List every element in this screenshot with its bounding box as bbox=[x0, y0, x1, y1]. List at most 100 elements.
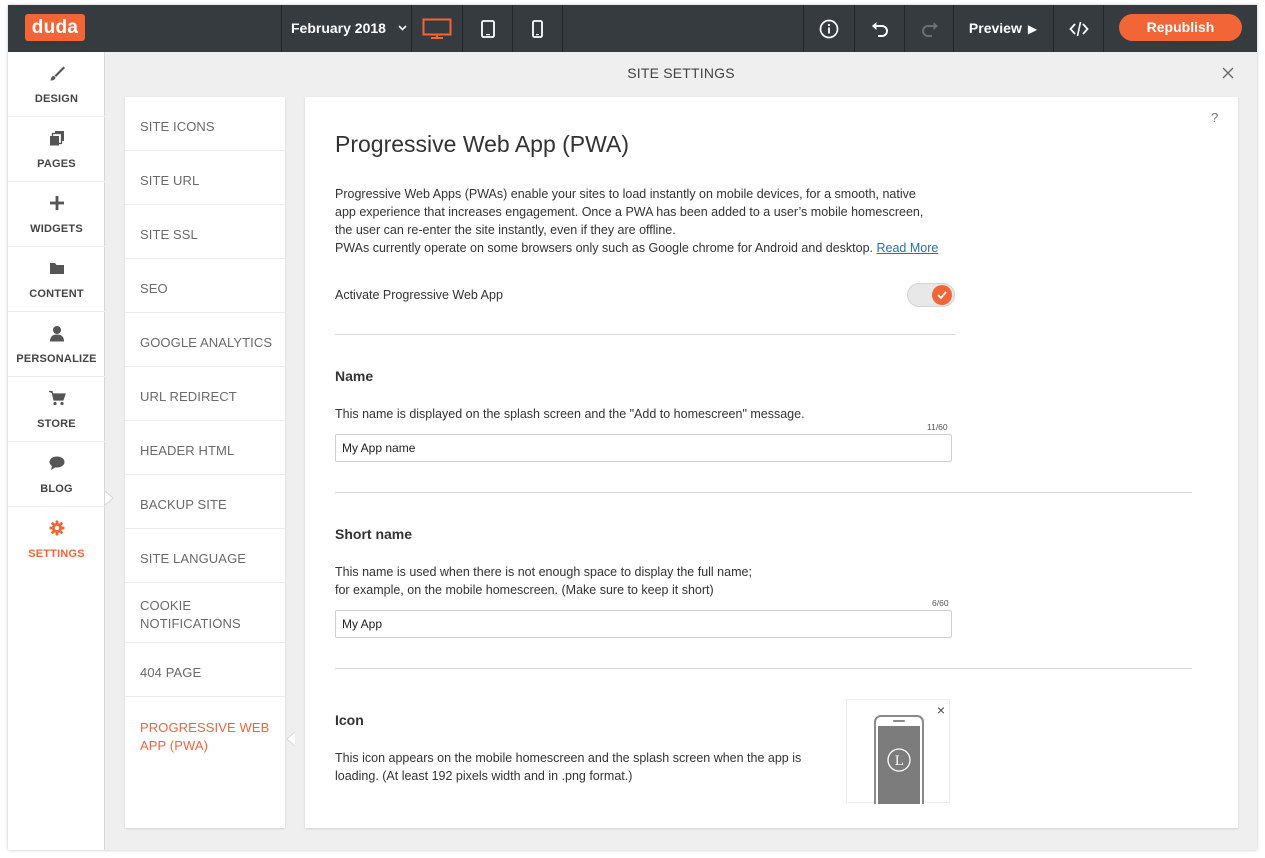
site-settings-title: SITE SETTINGS bbox=[627, 65, 735, 81]
nav-label: SITE LANGUAGE bbox=[140, 551, 247, 566]
activate-pwa-toggle[interactable] bbox=[907, 283, 955, 307]
sidebar-item-widgets[interactable]: WIDGETS bbox=[8, 182, 105, 247]
nav-label: SITE ICONS bbox=[140, 119, 215, 134]
code-button[interactable] bbox=[1054, 5, 1104, 52]
settings-nav-cookie-notifications[interactable]: COOKIE NOTIFICATIONS bbox=[125, 583, 285, 643]
settings-nav-site-ssl[interactable]: SITE SSL bbox=[125, 205, 285, 259]
undo-button[interactable] bbox=[855, 5, 905, 52]
info-button[interactable] bbox=[804, 5, 854, 52]
sidebar-item-label: WIDGETS bbox=[30, 223, 83, 235]
sidebar-item-label: PERSONALIZE bbox=[16, 353, 97, 365]
toolbar-divider bbox=[1103, 5, 1104, 52]
desktop-icon bbox=[422, 18, 452, 39]
settings-nav-header-html[interactable]: HEADER HTML bbox=[125, 421, 285, 475]
help-button[interactable]: ? bbox=[1211, 110, 1218, 125]
preview-label: Preview bbox=[968, 20, 1022, 36]
sidebar-item-store[interactable]: STORE bbox=[8, 377, 105, 442]
toolbar-divider bbox=[562, 5, 563, 52]
tablet-icon bbox=[480, 19, 495, 38]
pwa-settings-panel: ? Progressive Web App (PWA) Progressive … bbox=[305, 97, 1238, 828]
description-line: app experience that increases engagement… bbox=[335, 205, 924, 219]
settings-nav: SITE ICONS SITE URL SITE SSL SEO GOOGLE … bbox=[125, 97, 285, 828]
sidebar-item-design[interactable]: DESIGN bbox=[8, 52, 105, 117]
nav-label: SEO bbox=[140, 281, 168, 296]
nav-label: GOOGLE ANALYTICS bbox=[140, 335, 273, 350]
chat-icon bbox=[49, 456, 64, 470]
close-icon[interactable] bbox=[1220, 65, 1236, 81]
read-more-link[interactable]: Read More bbox=[877, 241, 939, 255]
activate-pwa-label: Activate Progressive Web App bbox=[335, 288, 503, 302]
phone-preview-icon: L bbox=[874, 715, 924, 804]
settings-nav-pwa[interactable]: PROGRESSIVE WEB APP (PWA) bbox=[125, 697, 285, 757]
checkmark-icon bbox=[937, 291, 947, 299]
settings-nav-backup-site[interactable]: BACKUP SITE bbox=[125, 475, 285, 529]
active-pointer bbox=[105, 491, 114, 505]
duda-logo[interactable]: duda bbox=[25, 14, 85, 41]
top-toolbar: duda February 2018 Preview ▶ Republish bbox=[8, 5, 1257, 52]
sidebar-item-label: STORE bbox=[37, 418, 76, 430]
nav-label: SITE SSL bbox=[140, 227, 198, 242]
description-line: PWAs currently operate on some browsers … bbox=[335, 239, 975, 257]
pwa-description: Progressive Web Apps (PWAs) enable your … bbox=[335, 185, 975, 257]
play-icon: ▶ bbox=[1027, 22, 1038, 36]
settings-nav-seo[interactable]: SEO bbox=[125, 259, 285, 313]
short-name-char-counter: 6/60 bbox=[932, 598, 949, 608]
cart-icon bbox=[48, 390, 66, 406]
toggle-knob bbox=[932, 285, 952, 305]
undo-icon bbox=[872, 21, 888, 37]
version-date-select[interactable]: February 2018 bbox=[282, 5, 411, 52]
preview-letter: L bbox=[895, 754, 904, 769]
desktop-view-button[interactable] bbox=[412, 5, 462, 52]
code-icon bbox=[1069, 21, 1089, 36]
divider bbox=[335, 492, 1192, 493]
active-pointer bbox=[286, 732, 295, 746]
name-section-title: Name bbox=[335, 368, 374, 384]
name-description: This name is displayed on the splash scr… bbox=[335, 407, 805, 421]
settings-nav-url-redirect[interactable]: URL REDIRECT bbox=[125, 367, 285, 421]
nav-label: COOKIE bbox=[140, 598, 192, 613]
sidebar-item-content[interactable]: CONTENT bbox=[8, 247, 105, 312]
version-date-label: February 2018 bbox=[291, 20, 386, 36]
sidebar-item-blog[interactable]: BLOG bbox=[8, 442, 105, 507]
sidebar-item-label: BLOG bbox=[40, 483, 73, 495]
settings-nav-site-url[interactable]: SITE URL bbox=[125, 151, 285, 205]
description-line: loading. (At least 192 pixels width and … bbox=[335, 769, 633, 783]
nav-label: BACKUP SITE bbox=[140, 497, 227, 512]
sidebar-item-label: CONTENT bbox=[29, 288, 84, 300]
icon-description: This icon appears on the mobile homescre… bbox=[335, 749, 801, 785]
sidebar-item-personalize[interactable]: PERSONALIZE bbox=[8, 312, 105, 377]
preview-button[interactable]: Preview ▶ bbox=[954, 5, 1052, 52]
plus-icon bbox=[49, 196, 64, 210]
sidebar-item-pages[interactable]: PAGES bbox=[8, 117, 105, 182]
short-name-description: This name is used when there is not enou… bbox=[335, 563, 752, 599]
nav-label: NOTIFICATIONS bbox=[140, 616, 241, 631]
app-window: duda February 2018 Preview ▶ Republish D… bbox=[8, 5, 1257, 850]
redo-button[interactable] bbox=[905, 5, 955, 52]
sidebar-item-label: SETTINGS bbox=[28, 548, 85, 560]
tablet-view-button[interactable] bbox=[463, 5, 512, 52]
remove-icon-button[interactable]: × bbox=[937, 703, 945, 717]
gear-icon bbox=[49, 520, 64, 536]
sidebar-item-label: DESIGN bbox=[34, 93, 79, 105]
settings-nav-404-page[interactable]: 404 PAGE bbox=[125, 643, 285, 697]
app-name-input[interactable] bbox=[335, 434, 952, 462]
app-icon-preview[interactable]: × L bbox=[846, 699, 950, 804]
divider bbox=[335, 668, 1192, 669]
redo-icon bbox=[922, 21, 938, 37]
mobile-icon bbox=[532, 19, 543, 38]
pages-icon bbox=[49, 131, 64, 146]
settings-nav-site-language[interactable]: SITE LANGUAGE bbox=[125, 529, 285, 583]
sidebar-item-settings[interactable]: SETTINGS bbox=[8, 507, 105, 572]
description-text: PWAs currently operate on some browsers … bbox=[335, 241, 874, 255]
app-short-name-input[interactable] bbox=[335, 610, 952, 638]
folder-icon bbox=[49, 263, 64, 274]
name-char-counter: 11/60 bbox=[927, 422, 948, 432]
settings-nav-site-icons[interactable]: SITE ICONS bbox=[125, 97, 285, 151]
settings-nav-google-analytics[interactable]: GOOGLE ANALYTICS bbox=[125, 313, 285, 367]
short-name-section-title: Short name bbox=[335, 526, 413, 542]
nav-label: HEADER HTML bbox=[140, 443, 235, 458]
page-title: Progressive Web App (PWA) bbox=[335, 131, 629, 157]
republish-button[interactable]: Republish bbox=[1119, 14, 1242, 41]
nav-label: SITE URL bbox=[140, 173, 200, 188]
mobile-view-button[interactable] bbox=[513, 5, 562, 52]
